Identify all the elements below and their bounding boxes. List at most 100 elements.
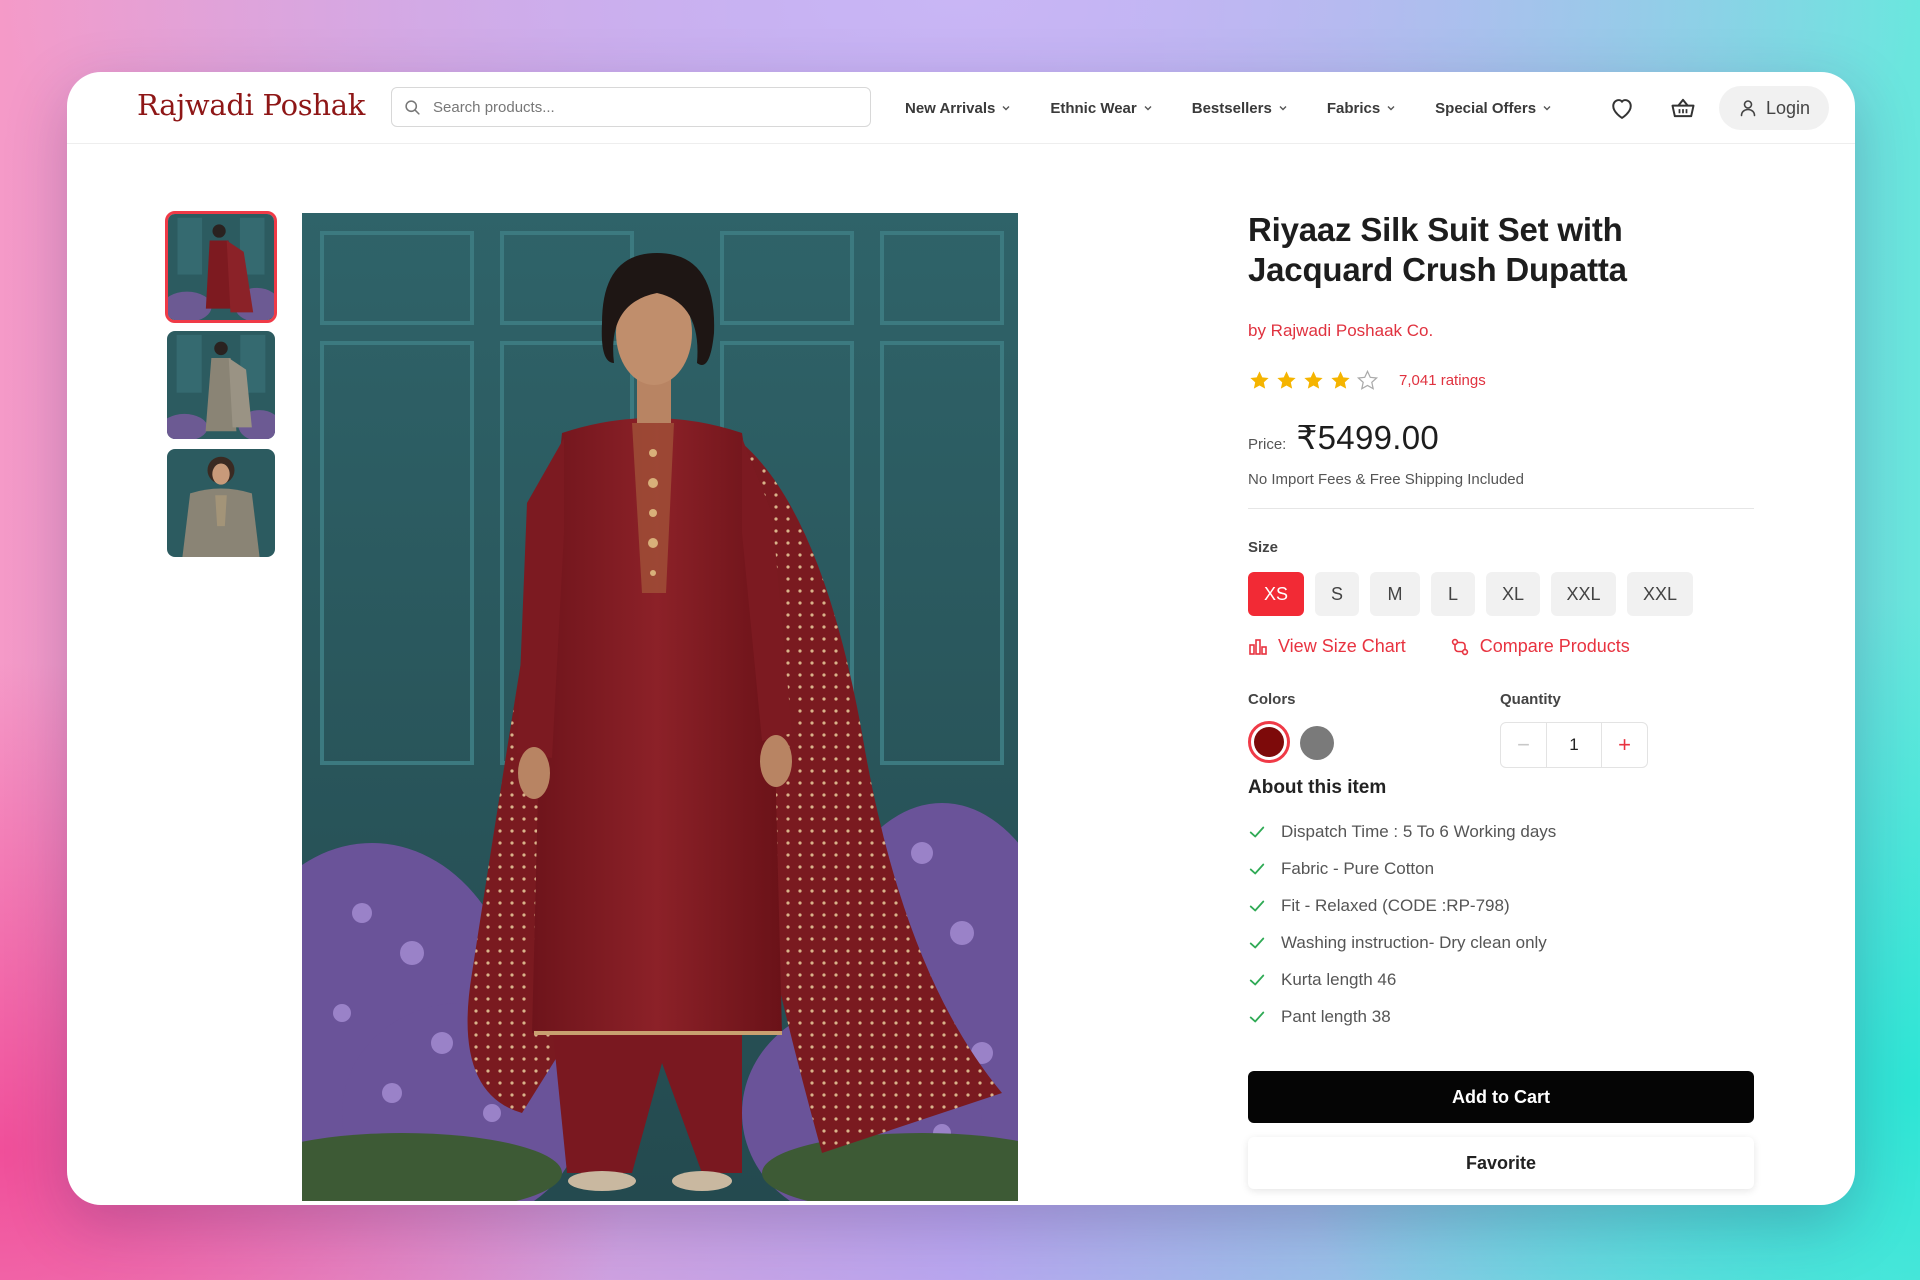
star-rating [1248,369,1383,392]
quantity-stepper: − 1 + [1500,722,1648,768]
shipping-note: No Import Fees & Free Shipping Included [1248,471,1524,488]
size-option-m[interactable]: M [1370,572,1420,616]
compare-label: Compare Products [1479,636,1630,656]
search-box[interactable] [391,87,871,127]
login-button[interactable]: Login [1719,86,1829,130]
divider [1248,508,1754,509]
ratings-count[interactable]: 7,041 ratings [1399,372,1486,389]
size-label: Size [1248,539,1279,556]
star-filled-icon [1304,371,1323,389]
size-chart-icon [1249,638,1267,655]
chevron-down-icon [1279,106,1287,111]
colors-quantity-row: Colors Quantity − 1 + [1248,691,1754,771]
feature-text: Washing instruction- Dry clean only [1281,932,1547,952]
about-title: About this item [1248,777,1387,798]
size-chart-label: View Size Chart [1278,636,1406,656]
product-title: Riyaaz Silk Suit Set with Jacquard Crush… [1248,211,1627,288]
star-empty-icon [1356,369,1379,390]
feature-text: Dispatch Time : 5 To 6 Working days [1281,821,1557,841]
rating-row: 7,041 ratings [1248,369,1754,392]
compare-icon [1451,638,1468,655]
feature-item: Washing instruction- Dry clean only [1248,924,1754,961]
product-photo [302,213,1018,1201]
size-option-xxl-2[interactable]: XXL [1627,572,1693,616]
basket-icon[interactable] [1669,94,1697,122]
product-details: Riyaaz Silk Suit Set with Jacquard Crush… [1248,210,1754,1189]
color-swatch-2[interactable] [1300,725,1334,760]
nav-special-offers[interactable]: Special Offers [1435,100,1552,117]
compare-products-link[interactable]: Compare Products [1450,636,1630,657]
product-price: ₹5499.00 [1296,419,1440,456]
nav-label: Fabrics [1326,99,1381,117]
product-brand[interactable]: by Rajwadi Poshaak Co. [1248,321,1754,341]
check-icon [1249,826,1265,837]
colors-label: Colors [1248,691,1296,708]
site-logo[interactable]: Rajwadi Poshak [137,88,365,122]
check-icon [1249,1011,1265,1022]
size-option-l[interactable]: L [1431,572,1475,616]
heart-icon[interactable] [1608,94,1636,122]
main-nav: New Arrivals Ethnic Wear Bestsellers Fab… [905,72,1591,144]
nav-ethnic-wear[interactable]: Ethnic Wear [1050,100,1152,117]
color-swatches [1248,721,1344,763]
check-icon [1249,900,1265,911]
quantity-block: Quantity − 1 + [1500,691,1648,768]
product-thumbnail-image [167,331,275,439]
chevron-down-icon [1144,106,1152,111]
thumbnail-3[interactable] [165,447,277,559]
color-swatch-1[interactable] [1248,721,1290,763]
quantity-value[interactable]: 1 [1547,723,1601,767]
feature-item: Pant length 38 [1248,998,1754,1035]
size-option-s[interactable]: S [1315,572,1359,616]
size-option-xs[interactable]: XS [1248,572,1304,616]
size-option-xxl[interactable]: XXL [1551,572,1616,616]
nav-label: Special Offers [1435,99,1537,117]
nav-label: Bestsellers [1191,99,1272,117]
product-thumbnail-image [167,449,275,557]
nav-label: New Arrivals [905,99,996,117]
product-links: View Size Chart Compare Products [1248,636,1754,657]
feature-item: Kurta length 46 [1248,961,1754,998]
nav-new-arrivals[interactable]: New Arrivals [905,100,1011,117]
thumbnail-2[interactable] [165,329,277,441]
thumbnail-list [165,211,277,565]
size-option-xl[interactable]: XL [1486,572,1540,616]
colors-block: Colors [1248,691,1344,763]
star-filled-icon [1331,371,1350,389]
check-icon [1249,937,1265,948]
price-label: Price: [1248,436,1287,453]
view-size-chart-link[interactable]: View Size Chart [1248,636,1406,657]
star-filled-icon [1277,371,1296,389]
quantity-label: Quantity [1500,691,1561,708]
price-row: Price: ₹5499.00 [1248,418,1754,457]
product-main-image [302,213,1018,1201]
add-to-cart-button[interactable]: Add to Cart [1248,1071,1754,1123]
check-icon [1249,863,1265,874]
user-icon [1740,100,1756,117]
feature-list: Dispatch Time : 5 To 6 Working days Fabri… [1248,813,1754,1035]
quantity-increase-button[interactable]: + [1601,723,1647,767]
feature-item: Fabric - Pure Cotton [1248,850,1754,887]
size-options: XS S M L XL XXL XXL [1248,572,1754,616]
thumbnail-1[interactable] [165,211,277,323]
feature-text: Pant length 38 [1281,1006,1391,1026]
feature-text: Fit - Relaxed (CODE :RP-798) [1281,895,1510,915]
feature-text: Fabric - Pure Cotton [1281,858,1435,878]
product-thumbnail-image [168,214,274,320]
nav-bestsellers[interactable]: Bestsellers [1192,100,1288,117]
search-icon [405,99,420,115]
browser-window: Rajwadi Poshak New Arrivals Ethnic Wear … [67,72,1855,1205]
search-input[interactable] [433,98,853,116]
favorite-button[interactable]: Favorite [1248,1137,1754,1189]
star-filled-icon [1250,371,1269,389]
login-label: Login [1765,97,1811,118]
nav-label: Ethnic Wear [1050,99,1137,117]
quantity-decrease-button[interactable]: − [1501,723,1547,767]
site-header: Rajwadi Poshak New Arrivals Ethnic Wear … [67,72,1855,144]
chevron-down-icon [1387,106,1395,111]
chevron-down-icon [1002,106,1010,111]
nav-fabrics[interactable]: Fabrics [1327,100,1396,117]
check-icon [1249,974,1265,985]
chevron-down-icon [1543,106,1551,111]
feature-item: Dispatch Time : 5 To 6 Working days [1248,813,1754,850]
